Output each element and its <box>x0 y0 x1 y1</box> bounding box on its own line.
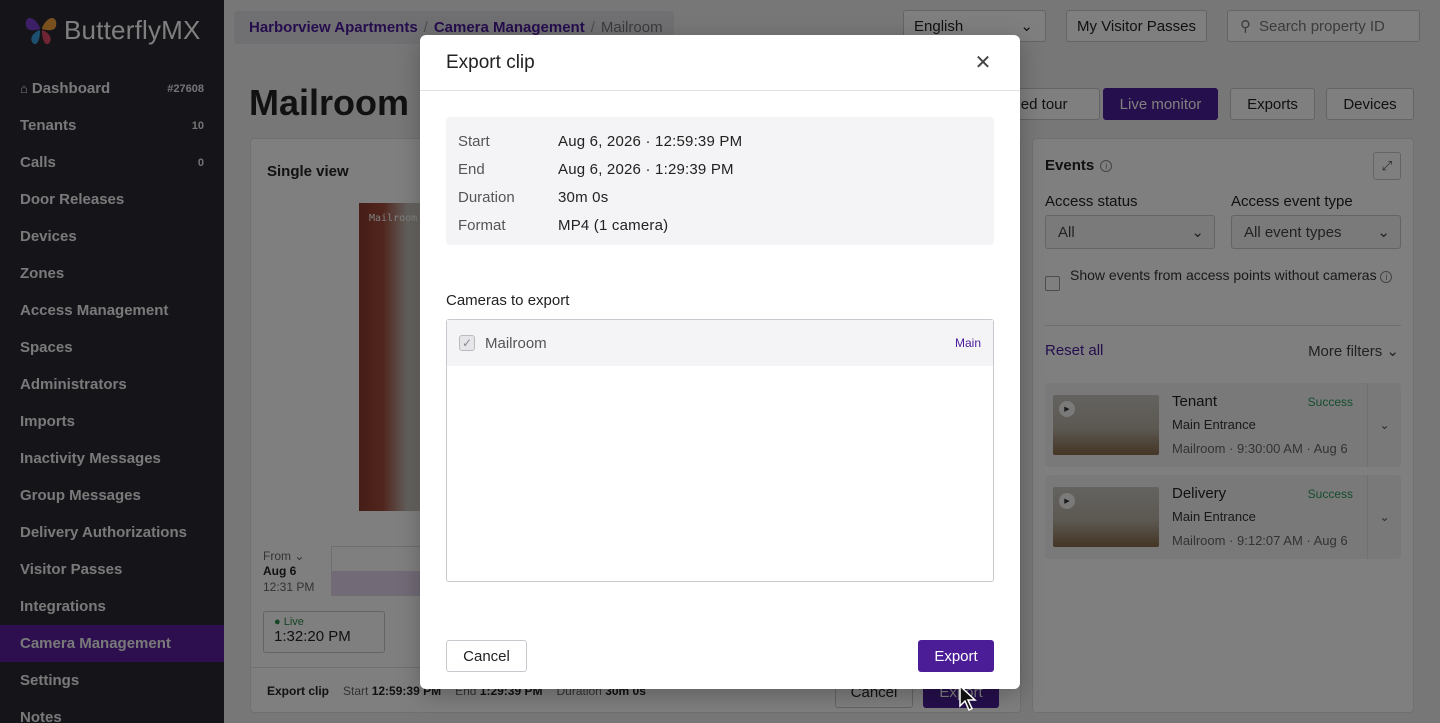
camera-checkbox: ✓ <box>459 335 475 351</box>
close-icon[interactable]: ✕ <box>972 50 994 75</box>
summary-key: Duration <box>458 188 515 206</box>
cameras-to-export-label: Cameras to export <box>446 292 570 309</box>
dialog-header: Export clip ✕ <box>420 35 1020 91</box>
camera-list: ✓ Mailroom Main <box>446 319 994 582</box>
camera-list-item: ✓ Mailroom Main <box>447 320 993 366</box>
summary-value: Aug 6, 2026 · 1:29:39 PM <box>558 160 734 178</box>
export-button[interactable]: Export <box>918 640 994 672</box>
summary-value: Aug 6, 2026 · 12:59:39 PM <box>558 132 743 150</box>
summary-row: Start Aug 6, 2026 · 12:59:39 PM <box>458 127 982 155</box>
summary-row: End Aug 6, 2026 · 1:29:39 PM <box>458 155 982 183</box>
mouse-cursor-icon <box>959 684 977 712</box>
camera-name: Mailroom <box>485 334 547 352</box>
summary-key: Format <box>458 216 506 234</box>
export-summary: Start Aug 6, 2026 · 12:59:39 PM End Aug 6,… <box>446 117 994 245</box>
summary-row: Format MP4 (1 camera) <box>458 211 982 239</box>
summary-value: 30m 0s <box>558 188 609 206</box>
summary-value: MP4 (1 camera) <box>558 216 669 234</box>
summary-key: Start <box>458 132 490 150</box>
dialog-title: Export clip <box>446 51 535 73</box>
summary-row: Duration 30m 0s <box>458 183 982 211</box>
export-clip-dialog: Export clip ✕ Start Aug 6, 2026 · 12:59:3… <box>420 35 1020 689</box>
cancel-button[interactable]: Cancel <box>446 640 527 672</box>
summary-key: End <box>458 160 485 178</box>
camera-stream-badge: Main <box>954 336 981 350</box>
